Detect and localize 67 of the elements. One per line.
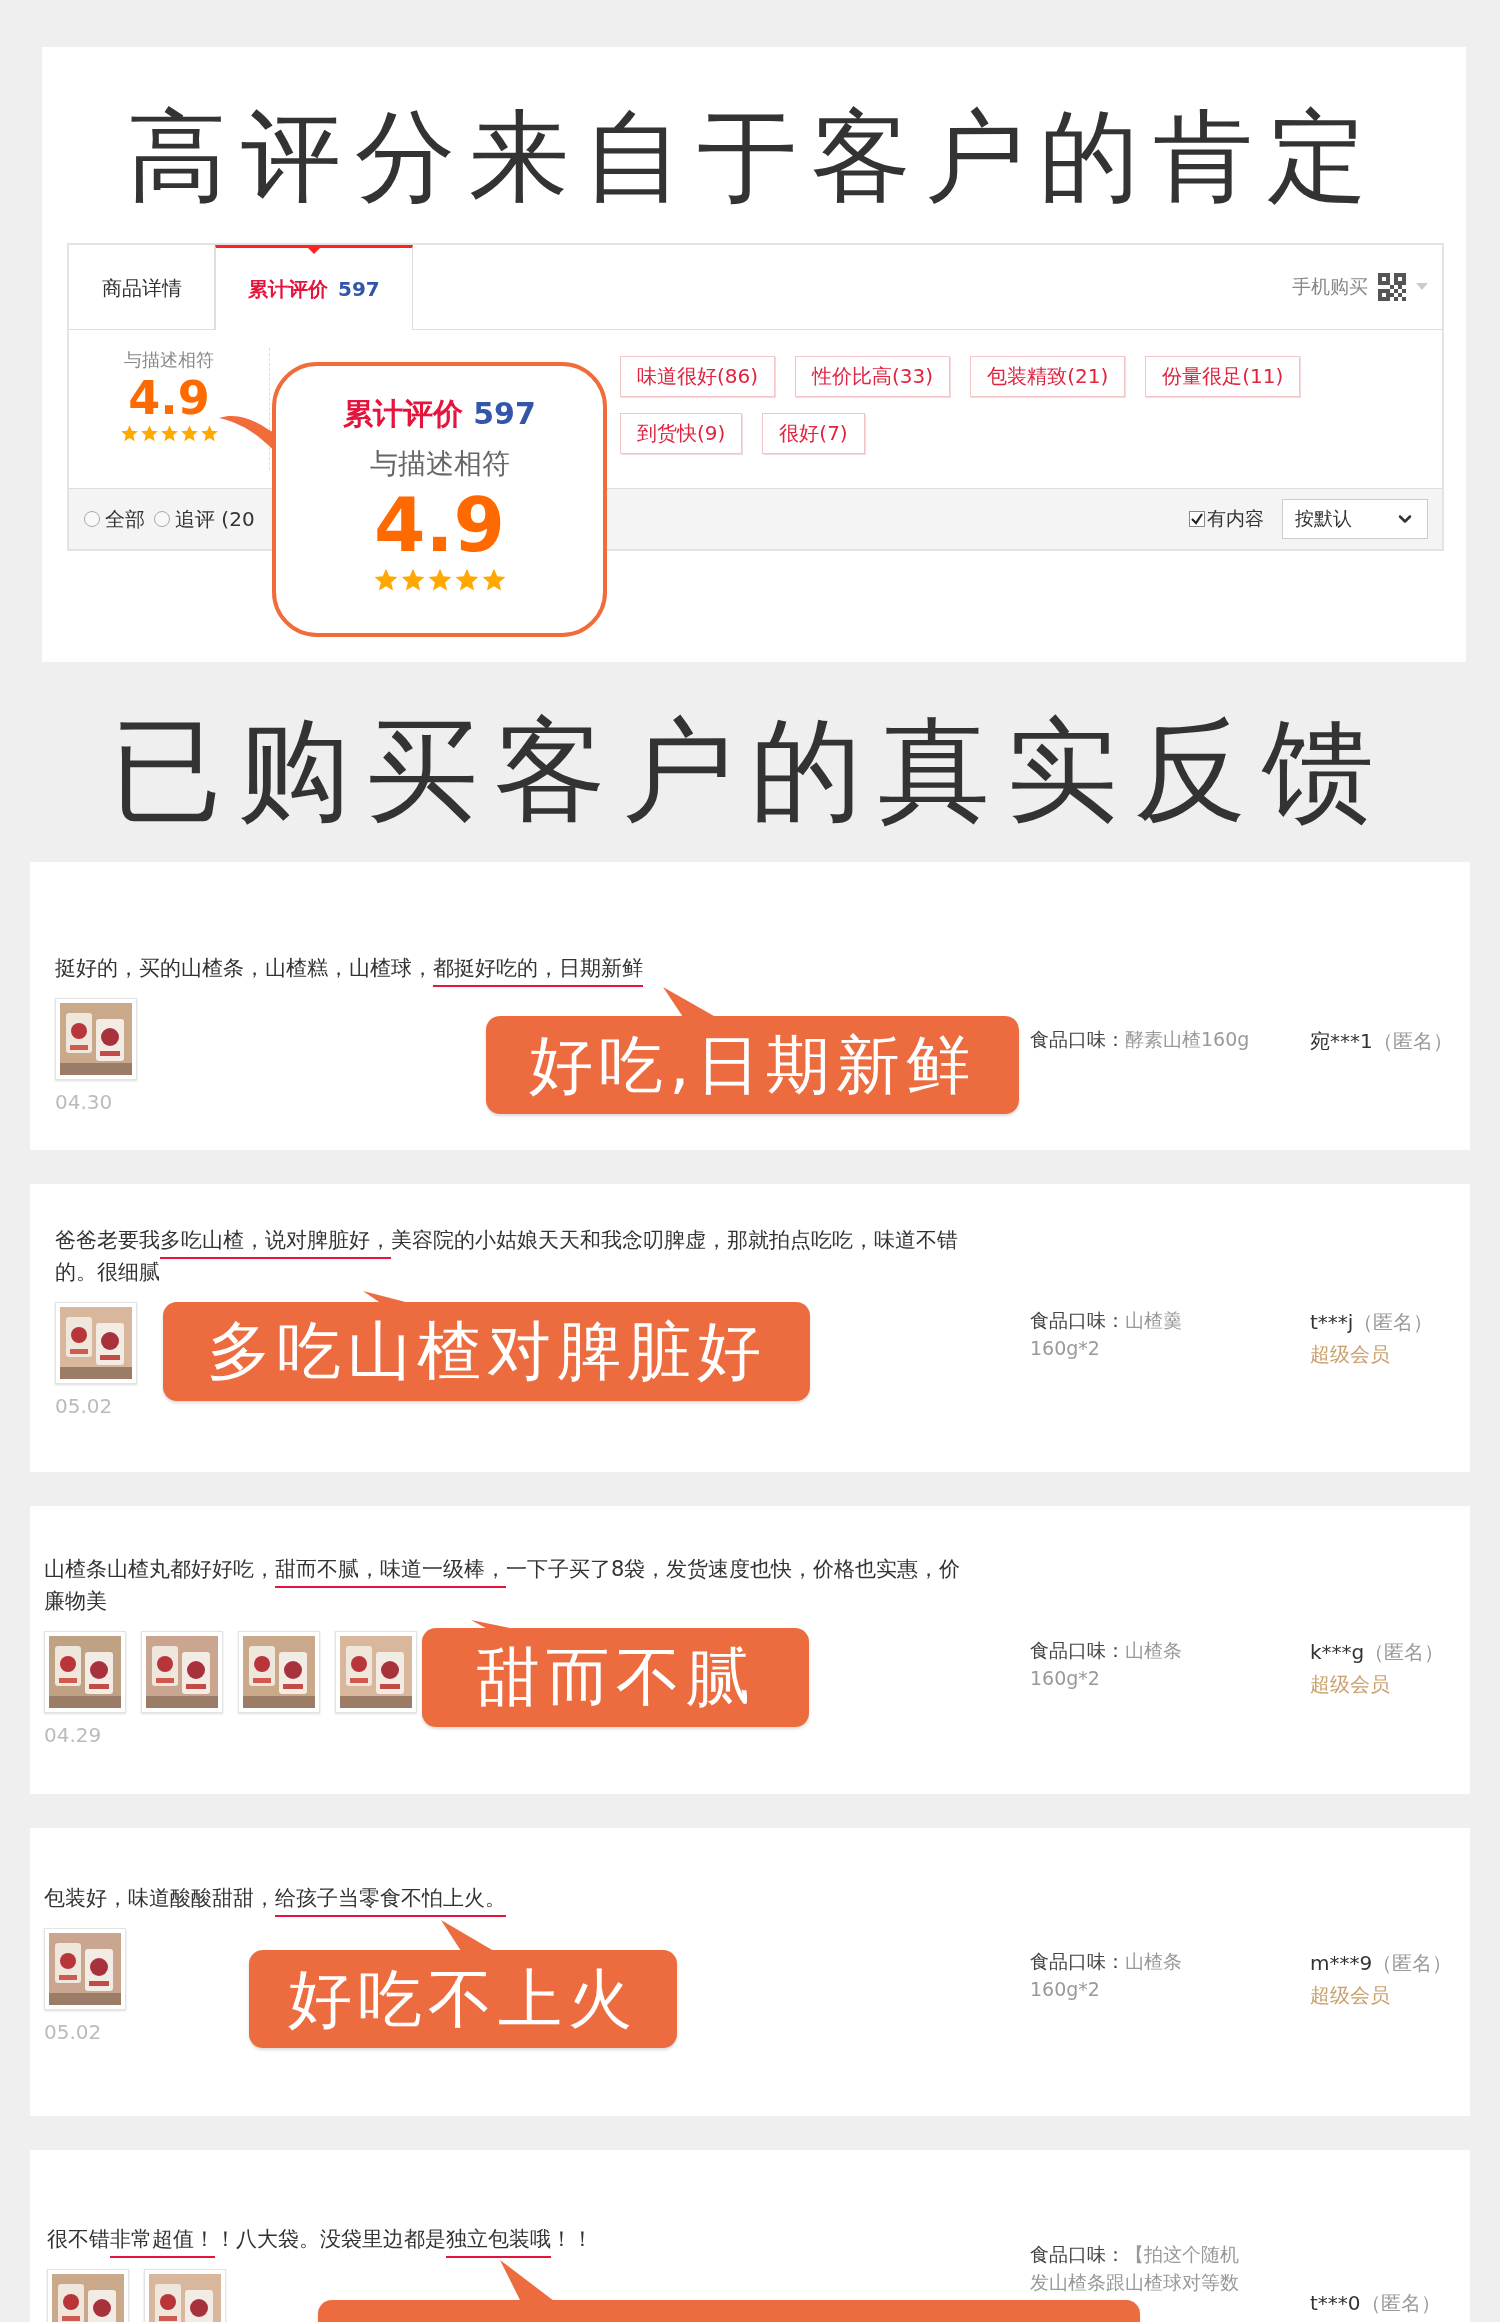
user-name: m***9 [1310, 1950, 1373, 1977]
anonymous-label: （匿名） [1372, 1950, 1453, 1977]
member-level-label: 超级会员 [1310, 1671, 1391, 1698]
radio-icon[interactable] [83, 510, 101, 528]
radio-icon[interactable] [153, 510, 171, 528]
review-tag[interactable]: 味道很好(86) [620, 356, 776, 397]
mobile-buy-label[interactable]: 手机购买 [1292, 274, 1368, 300]
anonymous-label: （匿名） [1360, 2290, 1441, 2317]
photo-thumbnail[interactable] [141, 1631, 223, 1713]
review-date: 05.02 [55, 1394, 114, 1418]
checkbox-icon[interactable] [1189, 511, 1205, 527]
review-text: 挺好的，买的山楂条，山楂糕，山楂球，都挺好吃的，日期新鲜 [55, 952, 975, 984]
anonymous-label: （匿名） [1372, 1028, 1453, 1055]
user-name: t***j [1310, 1309, 1354, 1336]
user-name: 宛***1 [1310, 1028, 1373, 1055]
flavor-text: 食品口味：山楂条160g*2 [1030, 1638, 1183, 1691]
star-icon [159, 424, 179, 443]
callout-title: 累计评价 597 [343, 395, 536, 433]
filter-radio[interactable]: 追评 (20 [153, 505, 255, 533]
photo-thumbnail[interactable] [55, 1302, 137, 1384]
section-title: 已购买客户的真实反馈 [109, 704, 1391, 837]
review-tag[interactable]: 份量很足(11) [1145, 356, 1301, 397]
headline: 高评分来自于客户的肯定 [127, 97, 1381, 217]
photo-thumbnail[interactable] [238, 1631, 320, 1713]
member-level-label: 超级会员 [1310, 1341, 1391, 1368]
review-text: 包装好，味道酸酸甜甜，给孩子当零食不怕上火。 [44, 1882, 964, 1914]
review-tag[interactable]: 性价比高(33) [795, 356, 951, 397]
star-icon [480, 567, 507, 593]
flavor-text: 食品口味：山楂条160g*2 [1030, 1949, 1183, 2002]
anonymous-label: （匿名） [1353, 1309, 1434, 1336]
content-filter-checkbox[interactable]: 有内容 [1189, 506, 1264, 532]
star-icon [179, 424, 199, 443]
star-icon [372, 567, 399, 593]
star-icon [199, 424, 219, 443]
star-icon [119, 424, 139, 443]
sort-select[interactable]: 按默认 [1282, 499, 1428, 539]
review-date: 05.02 [44, 2020, 103, 2044]
review-date: 04.30 [55, 1090, 114, 1114]
photo-thumbnail[interactable] [44, 1631, 126, 1713]
photo-thumbnail[interactable] [44, 1928, 126, 2010]
star-icon [399, 567, 426, 593]
review-tag[interactable]: 到货快(9) [620, 413, 743, 454]
photo-thumbnail[interactable] [335, 1631, 417, 1713]
rating-label: 与描述相符 [124, 348, 214, 372]
callout-score: 4.9 [373, 483, 506, 567]
rating-score: 4.9 [128, 372, 210, 424]
user-name: t***0 [1310, 2290, 1361, 2317]
tab[interactable]: 累计评价 597 [215, 245, 413, 330]
callout-label: 与描述相符 [369, 446, 510, 482]
review-text: 山楂条山楂丸都好好吃，甜而不腻，味道一级棒，一下子买了8袋，发货速度也快，价格也实惠，价廉物美 [44, 1556, 962, 1615]
flavor-text: 食品口味：【拍这个随机发山楂条跟山楂球对等数 [1030, 2242, 1240, 2295]
flavor-text: 食品口味：酵素山楂160g [1030, 1027, 1251, 1052]
star-icon [426, 567, 453, 593]
star-icon [453, 567, 480, 593]
review-text: 爸爸老要我多吃山楂，说对脾脏好，美容院的小姑娘天天和我念叨脾虚，那就拍点吃吃，味道不错的。很细腻 [55, 1227, 959, 1286]
filter-radio[interactable]: 全部 [83, 505, 145, 533]
anonymous-label: （匿名） [1364, 1639, 1445, 1666]
photo-thumbnail[interactable] [55, 998, 137, 1080]
star-icon [139, 424, 159, 443]
review-tag[interactable]: 很好(7) [762, 413, 865, 454]
review-text: 很不错非常超值！！八大袋。没袋里边都是独立包装哦！！ [47, 2223, 967, 2255]
review-tag[interactable]: 包装精致(21) [970, 356, 1126, 397]
qr-code-icon[interactable] [1378, 273, 1406, 301]
member-level-label: 超级会员 [1310, 1982, 1391, 2009]
review-date: 04.29 [44, 1723, 103, 1747]
flavor-text: 食品口味：山楂羹160g*2 [1030, 1308, 1183, 1361]
user-name: k***g [1310, 1639, 1365, 1666]
